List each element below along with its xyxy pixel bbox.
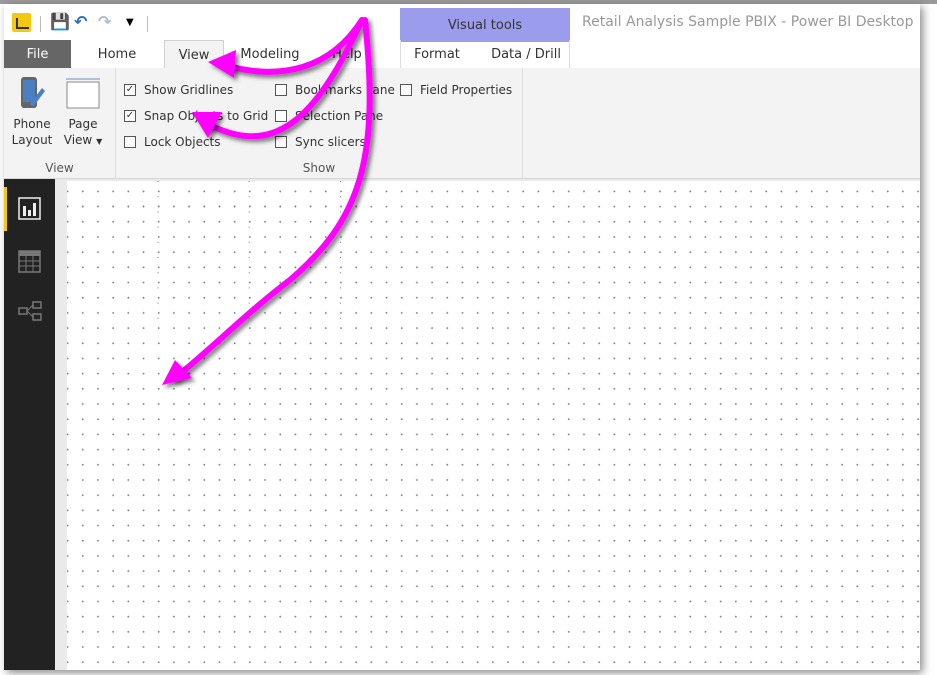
show-gridlines-checkbox[interactable]: ✓ Show Gridlines [124,82,233,98]
checkbox-label: Field Properties [420,83,513,97]
tab-data-drill[interactable]: Data / Drill [481,40,571,69]
checkbox-icon [124,136,136,148]
chevron-down-icon: ▼ [96,137,103,146]
checkbox-label: Selection Pane [295,109,384,123]
phone-layout-icon [21,77,45,108]
data-view-icon[interactable] [18,250,41,273]
tab-help[interactable]: Help [322,40,372,69]
checkbox-checked-icon: ✓ [124,84,136,96]
checkbox-icon [275,84,287,96]
power-bi-window: 💾 ↶ ↷ ▼ Visual tools Retail Analysis Sam… [4,4,920,670]
show-group: ✓ Show Gridlines ✓ Snap Objects to Grid Lo… [116,68,523,179]
report-view-icon[interactable] [18,197,41,220]
gridlines [67,181,367,331]
checkbox-icon [400,84,412,96]
tab-home[interactable]: Home [84,40,150,69]
active-indicator [4,187,7,231]
relationships-view-icon[interactable] [18,301,43,324]
bookmarks-pane-checkbox[interactable]: Bookmarks Pane [275,82,395,98]
ribbon-tabs: File Home View Modeling Help Format Data… [4,40,920,69]
power-bi-logo-icon [12,13,31,32]
phone-layout-label: Phone [13,117,51,131]
page-view-button[interactable]: Page View ▼ [62,76,104,150]
page-view-label-2: View [63,133,93,147]
window-title: Retail Analysis Sample PBIX - Power BI D… [582,14,914,30]
checkbox-label: Snap Objects to Grid [144,109,269,123]
checkbox-checked-icon: ✓ [124,110,136,122]
phone-layout-button[interactable]: Phone Layout [10,76,54,148]
checkbox-label: Sync slicers [295,135,366,149]
view-group-label: View [45,161,74,175]
view-sidebar [4,179,55,670]
tab-format[interactable]: Format [401,40,473,69]
redo-icon[interactable]: ↷ [98,12,111,31]
visual-tools-label: Visual tools [400,8,570,42]
report-canvas[interactable] [67,181,920,670]
field-properties-checkbox[interactable]: Field Properties [400,82,512,98]
checkbox-label: Bookmarks Pane [295,83,395,97]
lock-objects-checkbox[interactable]: Lock Objects [124,134,221,150]
checkbox-label: Show Gridlines [144,83,234,97]
view-group: Phone Layout Page View ▼ View [4,68,116,179]
visual-tools-tabs: Format Data / Drill [400,40,570,68]
tab-file[interactable]: File [4,40,71,69]
sync-slicers-checkbox[interactable]: Sync slicers [275,134,366,150]
checkbox-icon [275,110,287,122]
checkbox-icon [275,136,287,148]
page-view-icon [66,78,100,109]
tab-view[interactable]: View [164,40,224,69]
undo-icon[interactable]: ↶ [74,12,87,31]
selection-pane-checkbox[interactable]: Selection Pane [275,108,383,124]
quick-access-toolbar: 💾 ↶ ↷ ▼ Visual tools Retail Analysis Sam… [4,4,920,44]
page-view-label: Page [68,117,98,131]
snap-objects-checkbox[interactable]: ✓ Snap Objects to Grid [124,108,268,124]
divider [147,16,148,32]
checkbox-label: Lock Objects [144,135,221,149]
customize-dropdown-icon[interactable]: ▼ [126,17,134,28]
tab-modeling[interactable]: Modeling [232,40,308,69]
phone-layout-label-2: Layout [11,133,53,147]
show-group-label: Show [302,161,336,175]
divider [40,16,41,32]
ribbon: Phone Layout Page View ▼ View ✓ Show Grid… [4,68,920,179]
save-icon[interactable]: 💾 [50,12,70,31]
